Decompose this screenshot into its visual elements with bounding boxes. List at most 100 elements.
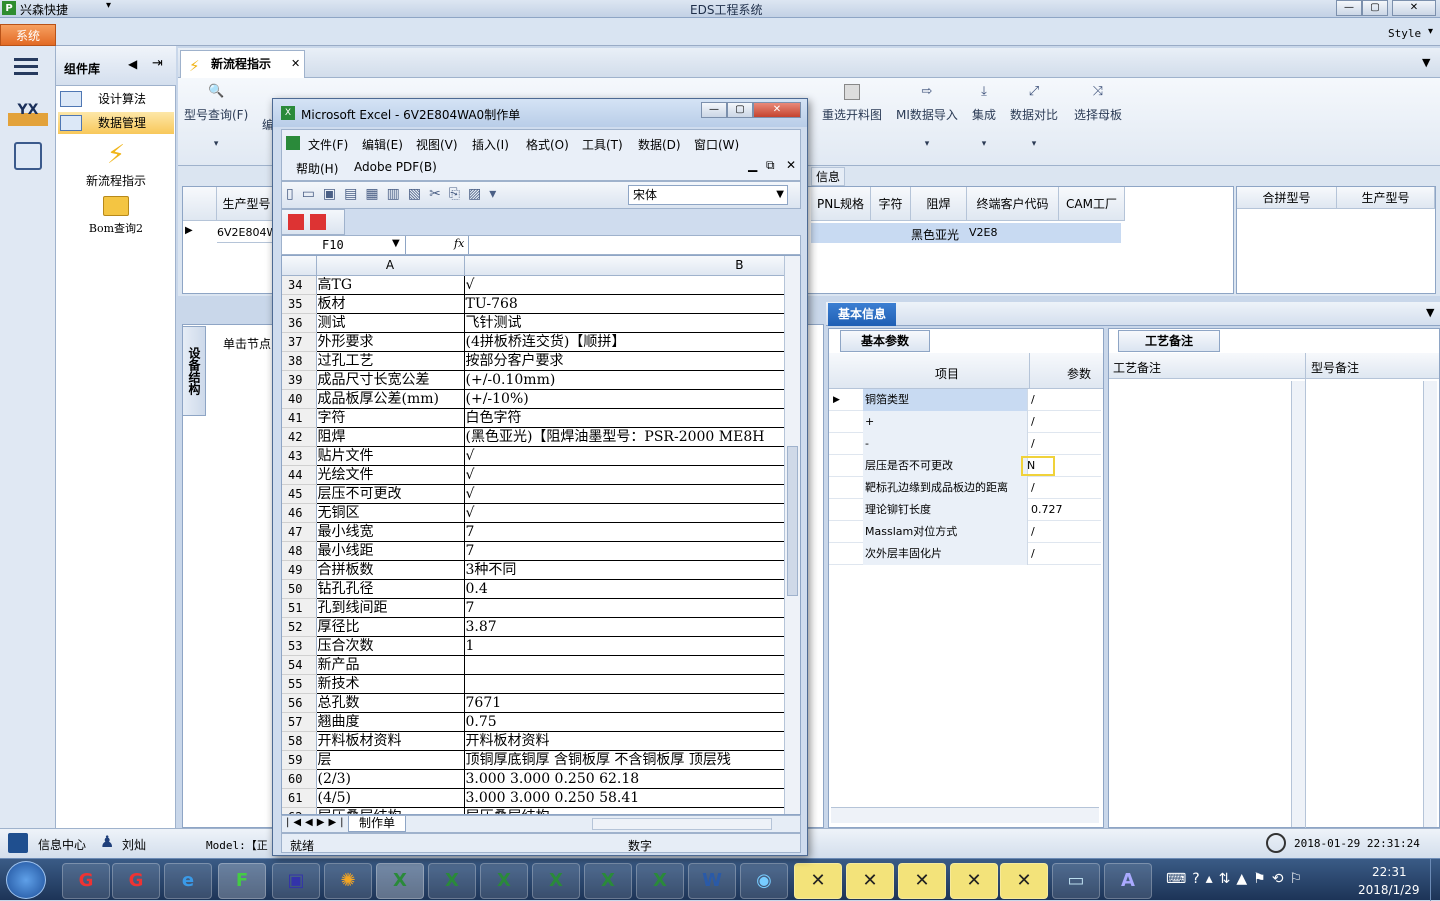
column-header-b[interactable]: B: [464, 256, 785, 276]
grid-header-solder-mask[interactable]: 阻焊: [911, 187, 967, 221]
cell-a[interactable]: 层: [316, 750, 465, 770]
row-number[interactable]: 56: [282, 693, 317, 713]
toolbar-icons[interactable]: ▯▭▣▤▦▥▧✂⎘▨▾: [286, 186, 606, 206]
mi-data-import-button[interactable]: ⇨ MI数据导入 ▾: [896, 84, 958, 149]
cell-b[interactable]: 3种不同: [464, 560, 785, 580]
grid-header-merge-model[interactable]: 合拼型号: [1237, 187, 1337, 209]
start-button[interactable]: [6, 861, 46, 899]
cell-a[interactable]: 外形要求: [316, 332, 465, 352]
cell-b[interactable]: 7: [464, 522, 785, 542]
cell-a[interactable]: 层压叠层结构: [316, 807, 465, 814]
cell-b[interactable]: [464, 674, 785, 694]
show-desktop-button[interactable]: [1430, 859, 1440, 901]
excel-viewer-icon[interactable]: ✕: [846, 863, 894, 899]
cell-a[interactable]: 过孔工艺: [316, 351, 465, 371]
tray-icons[interactable]: ⌨?▴⇅▲⚑⟲⚐: [1166, 871, 1346, 891]
style-label[interactable]: Style: [1388, 27, 1421, 40]
grid-header-character[interactable]: 字符: [871, 187, 911, 221]
cell-b[interactable]: TU-768: [464, 294, 785, 314]
row-number[interactable]: 55: [282, 674, 317, 694]
menu-adobe-pdf[interactable]: Adobe PDF(B): [354, 160, 437, 174]
formula-input[interactable]: [468, 236, 798, 254]
taskbar-app-g1[interactable]: G: [62, 863, 110, 899]
excel-icon[interactable]: X: [428, 863, 476, 899]
cell-b[interactable]: 3.000 3.000 0.250 62.18: [464, 769, 785, 789]
row-number[interactable]: 53: [282, 636, 317, 656]
menu-view[interactable]: 视图(V): [416, 136, 458, 153]
cell-b[interactable]: √: [464, 465, 785, 485]
taskbar-app-g2[interactable]: G: [112, 863, 160, 899]
cell-b[interactable]: (+/-0.10mm): [464, 370, 785, 390]
yx-logo-icon[interactable]: YX: [8, 94, 48, 126]
horizontal-scrollbar[interactable]: [831, 807, 1099, 823]
cell-b[interactable]: 1: [464, 636, 785, 656]
cell-b[interactable]: (4拼板桥连交货)【顺拼】: [464, 332, 785, 352]
row-number[interactable]: 60: [282, 769, 317, 789]
tab-basic-params[interactable]: 基本参数: [840, 330, 930, 352]
row-number[interactable]: 38: [282, 351, 317, 371]
tab-device-structure[interactable]: 设备结构: [182, 326, 206, 416]
param-row[interactable]: ▶ 铜箔类型 /: [829, 389, 1101, 411]
eds-app-icon[interactable]: F: [218, 863, 266, 899]
menu-help[interactable]: 帮助(H): [296, 160, 338, 177]
reselect-cut-chart-button[interactable]: 重选开料图: [822, 84, 882, 123]
pdf-icon[interactable]: [288, 214, 304, 230]
font-name-select[interactable]: 宋体 ▼: [628, 185, 788, 205]
param-row[interactable]: Masslam对位方式 /: [829, 521, 1101, 543]
save-disk-icon[interactable]: ▣: [272, 863, 320, 899]
cell-a[interactable]: 高TG: [316, 275, 465, 295]
cell-b[interactable]: 顶铜厚底铜厚 含铜板厚 不含铜板厚 顶层残: [464, 750, 785, 770]
cell-b[interactable]: 开料板材资料: [464, 731, 785, 751]
excel-close-button[interactable]: ✕: [753, 102, 801, 118]
row-number[interactable]: 50: [282, 579, 317, 599]
style-dropdown-icon[interactable]: ▾: [1428, 26, 1433, 37]
cell-a[interactable]: (2/3): [316, 769, 465, 789]
row-number[interactable]: 35: [282, 294, 317, 314]
cell-a[interactable]: 阻焊: [316, 427, 465, 447]
cell-b[interactable]: 7: [464, 541, 785, 561]
cell-a[interactable]: 钻孔孔径: [316, 579, 465, 599]
module-icon[interactable]: [14, 142, 42, 170]
cell-b[interactable]: 7: [464, 598, 785, 618]
grid-header-pnl[interactable]: PNL规格: [811, 187, 871, 221]
tab-new-flow[interactable]: ⚡ 新流程指示 ✕: [180, 50, 305, 78]
menu-insert[interactable]: 插入(I): [472, 136, 509, 153]
select-mother-board-button[interactable]: ⤨ 选择母板: [1074, 84, 1122, 123]
cell-b[interactable]: 层压叠层结构: [464, 807, 785, 814]
tab-process-notes[interactable]: 工艺备注: [1118, 330, 1220, 352]
cell-b[interactable]: √: [464, 446, 785, 466]
row-number[interactable]: 39: [282, 370, 317, 390]
doc-close-icon[interactable]: ✕: [786, 158, 796, 172]
excel-viewer-icon[interactable]: ✕: [898, 863, 946, 899]
ie-icon[interactable]: e: [164, 863, 212, 899]
shell-icon[interactable]: ✺: [324, 863, 372, 899]
param-value[interactable]: /: [1029, 521, 1035, 543]
grid-header-production-model-2[interactable]: 生产型号: [1337, 187, 1435, 209]
row-number[interactable]: 52: [282, 617, 317, 637]
hamburger-menu-icon[interactable]: [14, 58, 38, 61]
row-number[interactable]: 40: [282, 389, 317, 409]
cell-a[interactable]: 厚径比: [316, 617, 465, 637]
cell-a[interactable]: 最小线宽: [316, 522, 465, 542]
close-tab-icon[interactable]: ✕: [291, 51, 300, 77]
param-value[interactable]: 0.727: [1029, 499, 1063, 521]
text-editor-icon[interactable]: A: [1104, 863, 1152, 899]
param-row[interactable]: - /: [829, 433, 1101, 455]
row-number[interactable]: 36: [282, 313, 317, 333]
cell-a[interactable]: 总孔数: [316, 693, 465, 713]
windows-grid-icon[interactable]: [8, 833, 28, 853]
excel-minimize-button[interactable]: —: [701, 102, 727, 118]
tab-dropdown-icon[interactable]: ▼: [1422, 56, 1430, 69]
param-value[interactable]: /: [1029, 433, 1035, 455]
doc-restore-icon[interactable]: ⧉: [766, 158, 775, 173]
cell-b[interactable]: 0.4: [464, 579, 785, 599]
row-number[interactable]: 46: [282, 503, 317, 523]
pdf-star-icon[interactable]: [310, 214, 326, 230]
horizontal-scrollbar[interactable]: [592, 818, 772, 830]
menu-file[interactable]: 文件(F): [308, 136, 348, 153]
grid-header-customer-code[interactable]: 终端客户代码: [967, 187, 1059, 221]
picture-icon[interactable]: ▭: [1052, 863, 1100, 899]
row-number[interactable]: 42: [282, 427, 317, 447]
cell-b[interactable]: 3.000 3.000 0.250 58.41: [464, 788, 785, 808]
excel-icon[interactable]: X: [532, 863, 580, 899]
